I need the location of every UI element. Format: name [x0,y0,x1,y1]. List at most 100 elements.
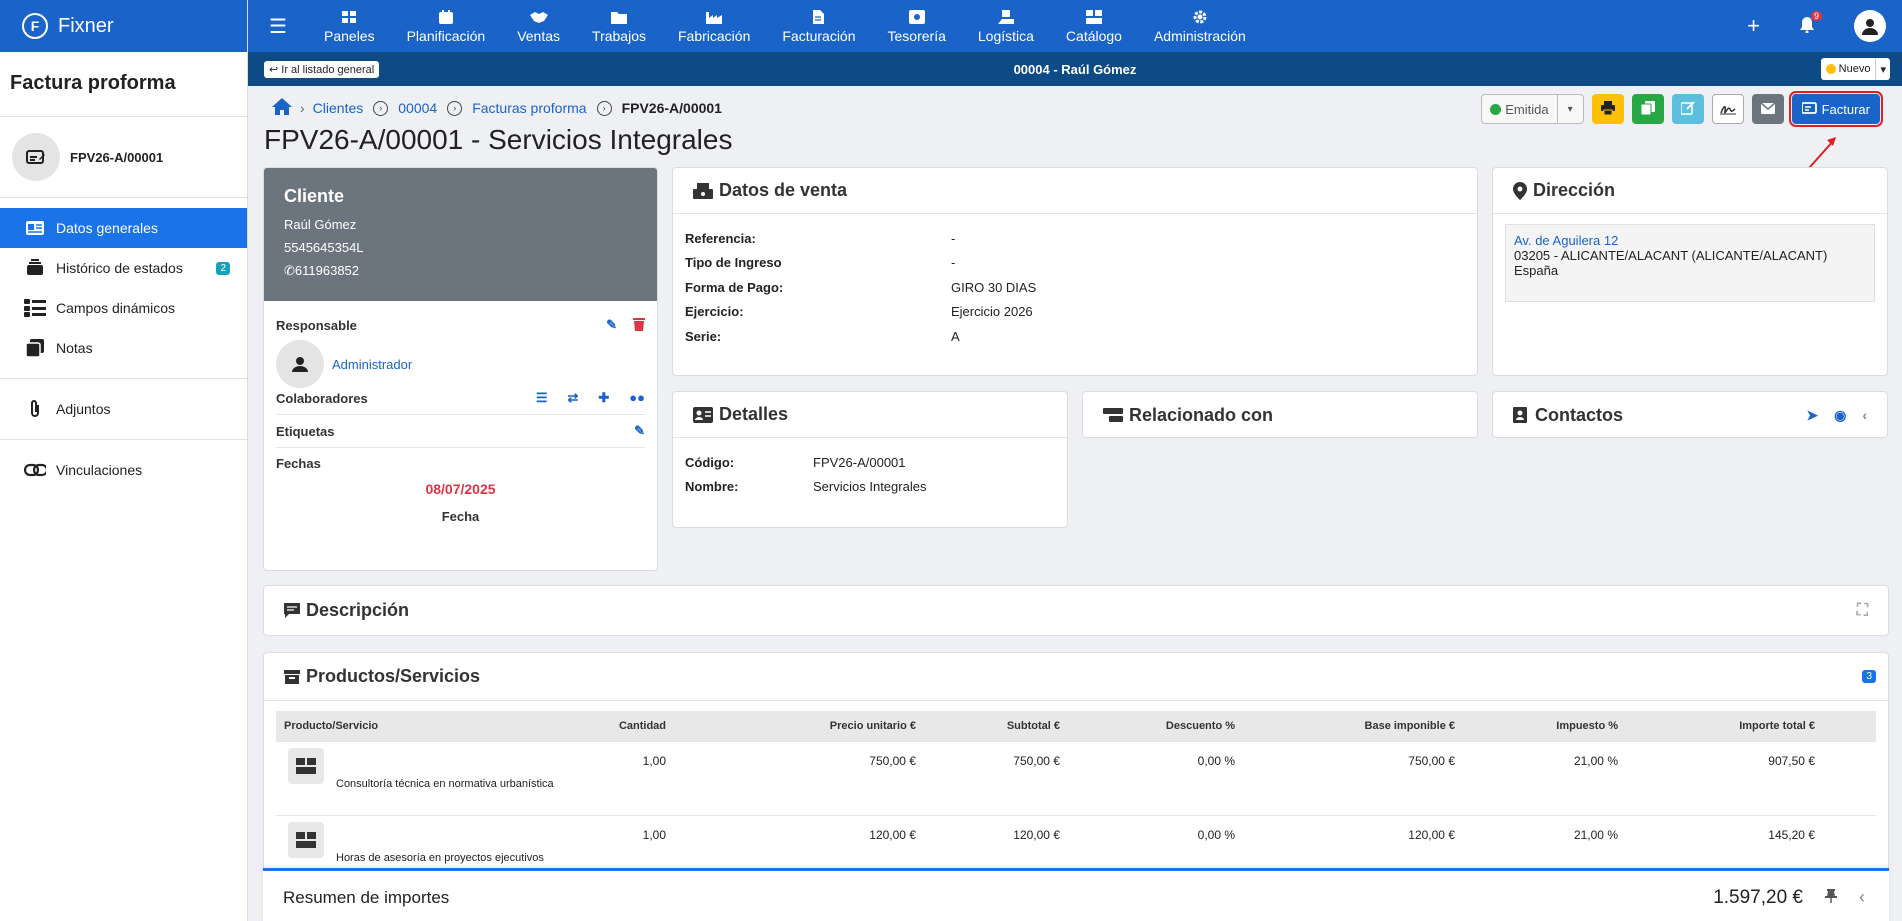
nav-fabricacion[interactable]: Fabricación [662,8,766,44]
colaboradores-label: Colaboradores [276,390,368,406]
chevron-left-icon[interactable]: ‹ [1859,887,1865,908]
menu-icon[interactable]: ☰ [248,14,308,39]
chevron-down-icon: ▾ [1875,58,1890,80]
envelope-icon [1760,101,1776,117]
descripcion-title: Descripción [306,600,410,620]
address-street[interactable]: Av. de Aguilera 12 [1514,233,1866,248]
nav-facturacion[interactable]: Facturación [766,8,871,44]
print-icon [1600,100,1615,118]
nav-catalogo[interactable]: Catálogo [1050,8,1138,44]
relacionado-card: Relacionado con [1082,391,1478,438]
breadcrumb: › Clientes › 00004 › Facturas proforma ›… [272,98,722,118]
descripcion-card: Descripción ⛶ [263,585,1889,636]
map-pin-icon [1513,181,1527,200]
exchange-user-icon[interactable]: ⇄ [567,390,578,406]
link-icon [24,459,46,481]
etiquetas-label: Etiquetas [276,423,335,439]
chevron-left-icon[interactable]: ‹ [1862,407,1867,423]
avatar [276,340,324,388]
nav-trabajos[interactable]: Trabajos [576,8,662,44]
notification-count: 9 [1810,10,1822,21]
direccion-title: Dirección [1533,180,1616,200]
sidebar-item-label: Campos dinámicos [56,300,176,316]
edit-icon[interactable]: ✎ [634,423,645,439]
sidebar-item-campos[interactable]: Campos dinámicos [0,288,247,328]
productos-title: Productos/Servicios [306,666,481,686]
home-icon[interactable] [272,98,292,118]
sidebar-item-historico[interactable]: Histórico de estados 2 [0,248,247,288]
status-dropdown[interactable]: Nuevo ▾ [1820,58,1890,80]
datos-venta-card: Datos de venta Referencia: - Tipo de Ingr… [672,167,1478,376]
sidebar-item-vinculaciones[interactable]: Vinculaciones [0,450,247,490]
sidebar-item-adjuntos[interactable]: Adjuntos [0,389,247,429]
fechas-label: Fechas [276,456,321,471]
facturar-button[interactable]: Facturar [1788,91,1884,127]
app-name: Fixner [58,14,114,37]
address-city: 03205 - ALICANTE/ALACANT (ALICANTE/ALACA… [1514,248,1828,263]
sidebar-item-label: Datos generales [56,220,158,236]
contactos-card: Contactos ➤ ◉ ‹ [1492,391,1888,438]
expand-icon[interactable]: ⛶ [1857,602,1868,620]
eye-icon[interactable]: ◉ [1834,407,1846,424]
responsable-link[interactable]: Administrador [332,357,412,372]
address-country: España [1514,263,1559,278]
client-nif: 5545645354L [284,240,364,255]
breadcrumb-current: FPV26-A/00001 [621,100,722,116]
sidebar-item-datos-generales[interactable]: Datos generales [0,208,247,248]
paperclip-icon [24,398,46,420]
catalog-icon [1085,8,1102,26]
breadcrumb-code[interactable]: 00004 [398,100,437,116]
sidebar-item-notas[interactable]: Notas [0,328,247,368]
breadcrumb-section[interactable]: Facturas proforma [472,100,586,116]
add-user-icon[interactable]: ✚ [598,390,609,406]
folder-icon [611,8,627,26]
product-icon [288,748,324,784]
trash-icon[interactable] [633,317,645,334]
sidebar-item-label: Adjuntos [56,401,111,417]
responsable-label: Responsable [276,318,357,333]
comment-icon [284,602,300,619]
edit-button[interactable] [1671,94,1704,124]
back-to-list-button[interactable]: ↩ Ir al listado general [264,60,380,78]
nav-tesoreria[interactable]: Tesorería [872,8,962,44]
summary-total: 1.597,20 € [1713,886,1803,908]
money-icon [908,8,925,26]
nav-logistica[interactable]: Logística [962,8,1050,44]
state-dropdown[interactable]: Emitida ▾ [1481,94,1584,124]
list-icon[interactable]: ☰ [536,390,548,406]
nav-paneles[interactable]: Paneles [308,8,391,44]
related-icon [1103,408,1123,422]
fixner-logo-icon: F [22,13,48,39]
sign-button[interactable] [1711,94,1744,124]
add-icon[interactable]: + [1747,13,1760,39]
nav-ventas[interactable]: Ventas [501,8,576,44]
print-button[interactable] [1591,94,1624,124]
list-fields-icon [24,297,46,319]
breadcrumb-clientes[interactable]: Clientes [313,100,364,116]
id-card-icon [24,217,46,239]
brand[interactable]: F Fixner [0,0,247,52]
user-avatar[interactable] [1854,10,1886,42]
users-group-icon[interactable]: ●● [629,390,645,406]
notifications-bell-icon[interactable]: 9 [1800,10,1822,36]
chevron-right-icon: › [596,100,612,116]
copy-button[interactable] [1631,94,1664,124]
fecha-value: 08/07/2025 [425,481,496,497]
chevron-right-icon: › [447,100,463,116]
edit-icon[interactable]: ✎ [606,317,617,334]
nav-planificacion[interactable]: Planificación [391,8,502,44]
chevron-right-icon: › [373,100,389,116]
pin-icon[interactable] [1825,889,1837,906]
record-bar: ↩ Ir al listado general 00004 - Raúl Góm… [248,52,1902,86]
status-dot [1825,64,1836,74]
id-card-icon [693,406,713,423]
invoice-icon [813,8,825,26]
phone-icon: ✆ [284,263,295,278]
edit-icon [1679,100,1695,118]
product-icon [288,822,324,858]
sidebar-doc-label: FPV26-A/00001 [70,149,164,165]
send-icon[interactable]: ➤ [1806,407,1818,424]
table-row[interactable]: Consultoría técnica en normativa urbanís… [276,741,1876,815]
email-button[interactable] [1751,94,1784,124]
nav-administracion[interactable]: Administración [1138,8,1262,44]
